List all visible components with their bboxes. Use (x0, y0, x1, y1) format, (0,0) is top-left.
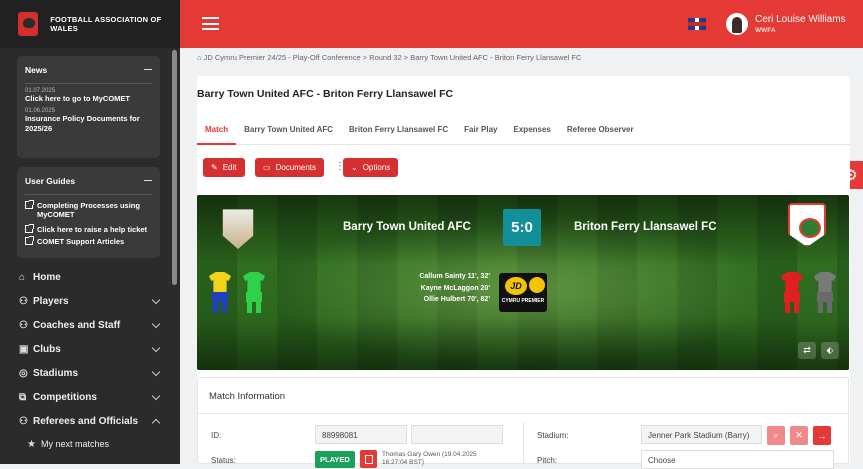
tab-fair-play[interactable]: Fair Play (456, 121, 505, 145)
match-panel: Barry Town United AFC - Briton Ferry Lla… (197, 76, 850, 469)
collapse-icon[interactable] (144, 68, 152, 71)
clubs-icon: ▣ (19, 343, 29, 355)
coaches-icon: ⚇ (19, 319, 28, 331)
clear-icon[interactable]: ✕ (790, 426, 808, 445)
chevron-down-icon (151, 391, 161, 401)
star-icon: ★ (27, 438, 36, 450)
search-icon[interactable]: ⌕ (767, 426, 785, 445)
external-link-icon (25, 236, 34, 245)
players-icon: ⚇ (19, 295, 28, 307)
calendar-icon[interactable] (360, 450, 377, 468)
external-link-icon (25, 224, 34, 233)
tab-away-team[interactable]: Briton Ferry Llansawel FC (341, 121, 456, 145)
user-guides-card: User Guides Completing Processes using M… (17, 167, 160, 258)
edit-button[interactable]: ✎ Edit (203, 158, 245, 177)
user-role: WWFA (755, 27, 776, 34)
nav-my-next-matches[interactable]: ★ My next matches (0, 432, 172, 456)
hamburger-menu-icon[interactable] (202, 17, 219, 30)
home-team-crest (222, 209, 254, 249)
chevron-down-icon: ⌄ (351, 163, 358, 172)
chevron-down-icon (151, 343, 161, 353)
top-bar: Ceri Louise Williams WWFA (180, 0, 863, 48)
scorer: Callum Sainty 11', 32' (419, 273, 490, 280)
chevron-down-icon (151, 295, 161, 305)
match-banner: Barry Town United AFC 5:0 Briton Ferry L… (197, 195, 849, 370)
documents-button[interactable]: ▭ Documents (255, 158, 325, 177)
tab-home-team[interactable]: Barry Town United AFC (236, 121, 341, 145)
status-detail: Thomas Gary Owen (19.04.2025 16:27:04 BS… (382, 451, 477, 466)
away-alt-kit (814, 272, 836, 314)
stadium-field[interactable]: Jenner Park Stadium (Barry) (641, 425, 762, 444)
referees-icon: ⚇ (19, 415, 28, 427)
guide-link[interactable]: COMET Support Articles (25, 236, 152, 246)
news-link[interactable]: Insurance Policy Documents for 2025/26 (25, 114, 152, 134)
external-link-icon (25, 200, 34, 209)
scorer: Kayne McLaggon 20' (420, 284, 490, 292)
away-team-crest (788, 203, 826, 247)
tag-icon[interactable]: ⬖ (821, 342, 839, 359)
league-logo: JD CYMRU PREMIER (499, 273, 547, 312)
page-title: Barry Town United AFC - Briton Ferry Lla… (197, 88, 454, 100)
chevron-up-icon (151, 418, 161, 428)
pitch-select[interactable]: Choose (641, 450, 834, 469)
football-icon (529, 277, 545, 293)
status-badge: PLAYED (315, 451, 355, 468)
nav-stadiums[interactable]: ◎ Stadiums (0, 361, 172, 385)
nav-clubs[interactable]: ▣ Clubs (0, 337, 172, 361)
away-team-name: Briton Ferry Llansawel FC (574, 221, 717, 233)
goal-scorers: Callum Sainty 11', 32' Kayne McLaggon 20… (380, 271, 490, 306)
match-score: 5:0 (503, 209, 541, 246)
news-link[interactable]: Click here to go to MyCOMET (25, 94, 152, 104)
home-team-name: Barry Town United AFC (343, 221, 471, 233)
away-kit (781, 272, 803, 314)
tab-match[interactable]: Match (197, 121, 237, 145)
uk-flag-icon[interactable] (688, 18, 706, 30)
avatar[interactable] (726, 13, 748, 35)
section-title: Match Information (198, 378, 848, 414)
sidebar-scrollbar[interactable] (172, 50, 177, 285)
swap-icon[interactable]: ⇄ (798, 342, 816, 359)
arrow-right-icon[interactable]: → (813, 426, 831, 445)
chevron-down-icon (151, 319, 161, 329)
faw-logo (18, 12, 39, 36)
home-icon: ⌂ (19, 271, 26, 283)
id-secondary-field[interactable] (411, 425, 503, 444)
stadium-icon: ◎ (19, 367, 28, 379)
guide-link[interactable]: Completing Processes using MyCOMET (25, 200, 152, 219)
user-name[interactable]: Ceri Louise Williams (755, 14, 846, 25)
home-kit (209, 272, 231, 314)
org-title: FOOTBALL ASSOCIATION OF WALES (50, 15, 162, 33)
pencil-icon: ✎ (211, 163, 218, 172)
guide-link[interactable]: Click here to raise a help ticket (25, 224, 152, 234)
nav-players[interactable]: ⚇ Players (0, 289, 172, 313)
id-label: ID: (211, 431, 222, 440)
stadium-label: Stadium: (537, 431, 569, 440)
nav-coaches[interactable]: ⚇ Coaches and Staff (0, 313, 172, 337)
folder-icon: ▭ (263, 163, 271, 172)
competitions-icon: ⧉ (19, 391, 27, 403)
nav-home[interactable]: ⌂ Home (0, 265, 172, 289)
collapse-icon[interactable] (144, 179, 152, 182)
tab-bar: Match Barry Town United AFC Briton Ferry… (197, 121, 850, 145)
news-title: News (25, 64, 48, 75)
news-card: News 01.07.2025 Click here to go to MyCO… (17, 56, 160, 158)
tab-referee-observer[interactable]: Referee Observer (559, 121, 642, 145)
id-field[interactable]: 88998081 (315, 425, 407, 444)
home-icon[interactable]: ⌂ (197, 53, 202, 62)
tab-expenses[interactable]: Expenses (506, 121, 559, 145)
divider (523, 422, 524, 465)
home-alt-kit (243, 272, 265, 314)
options-button[interactable]: ⌄ Options (343, 158, 399, 177)
sidebar: FOOTBALL ASSOCIATION OF WALES ▲ News 01.… (0, 0, 180, 464)
breadcrumb[interactable]: ⌂ JD Cymru Premier 24/25 - Play-Off Conf… (197, 53, 581, 62)
chevron-down-icon (151, 367, 161, 377)
scorer: Ollie Hulbert 70', 82' (423, 296, 490, 303)
user-guides-title: User Guides (25, 175, 76, 186)
match-information-card: Match Information ID: 88998081 Status: P… (197, 377, 849, 469)
nav-referees[interactable]: ⚇ Referees and Officials (0, 409, 172, 433)
sidebar-header[interactable]: FOOTBALL ASSOCIATION OF WALES (0, 0, 180, 48)
nav-competitions[interactable]: ⧉ Competitions (0, 385, 172, 409)
